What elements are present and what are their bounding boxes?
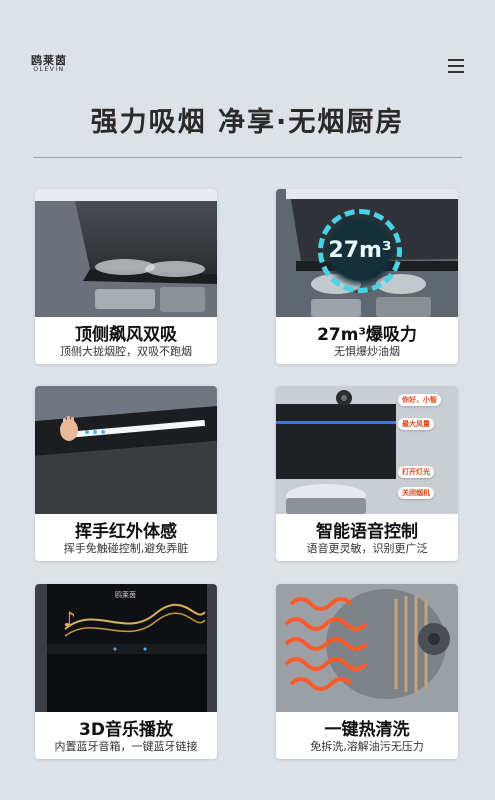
- range-hood-image: 27m³: [276, 189, 458, 317]
- brand-name-en: OLEVIN: [33, 66, 65, 73]
- feature-card-gesture-control[interactable]: 挥手红外体感 挥手免触碰控制,避免弄脏: [35, 386, 217, 561]
- page-headline: 强力吸烟 净享·无烟厨房: [90, 107, 405, 138]
- brand-logo[interactable]: 鸥莱茵 OLEVIN: [26, 55, 72, 73]
- feature-card-suction-power[interactable]: 27m³ 27m³爆吸力 无惧爆炒油烟: [276, 189, 458, 364]
- feature-title: 一键热清洗: [324, 720, 410, 740]
- feature-title: 27m³爆吸力: [317, 325, 417, 345]
- feature-card-voice-control[interactable]: 你好，小智 最大风量 打开灯光 关闭烟机 智能语音控制 语音更灵敏，识别更广泛: [276, 386, 458, 561]
- range-hood-image: [35, 386, 217, 514]
- svg-text:♪: ♪: [63, 607, 76, 631]
- range-hood-image: ♪ 鸥莱茵: [35, 584, 217, 712]
- feature-subtitle: 无惧爆炒油烟: [334, 345, 400, 358]
- feature-subtitle: 挥手免触碰控制,避免弄脏: [63, 542, 189, 555]
- voice-command-chip: 你好，小智: [398, 394, 441, 406]
- range-hood-image: [35, 189, 217, 317]
- feature-card-top-side-suction[interactable]: 顶侧飙风双吸 顶侧大拢烟腔，双吸不跑烟: [35, 189, 217, 364]
- feature-subtitle: 免拆洗,溶解油污无压力: [310, 740, 424, 753]
- feature-subtitle: 内置蓝牙音箱，一键蓝牙链接: [54, 740, 198, 753]
- suction-value: 27m³: [328, 238, 392, 263]
- suction-badge: 27m³: [318, 209, 402, 293]
- feature-subtitle: 顶侧大拢烟腔，双吸不跑烟: [60, 345, 192, 358]
- heating-fan-image: [276, 584, 458, 712]
- device-brand-mark: 鸥莱茵: [115, 591, 136, 599]
- voice-command-chip: 最大风量: [398, 418, 434, 430]
- header: 鸥莱茵 OLEVIN: [0, 0, 495, 90]
- feature-card-hot-cleaning[interactable]: 一键热清洗 免拆洗,溶解油污无压力: [276, 584, 458, 759]
- feature-title: 3D音乐播放: [79, 720, 173, 740]
- feature-subtitle: 语音更灵敏，识别更广泛: [306, 542, 428, 555]
- feature-card-music-playback[interactable]: ♪ 鸥莱茵 3D音乐播放 内置蓝牙音箱，一键蓝牙链接: [35, 584, 217, 759]
- feature-title: 顶侧飙风双吸: [75, 325, 177, 345]
- divider: [33, 157, 462, 158]
- feature-title: 智能语音控制: [316, 522, 418, 542]
- voice-command-chip: 关闭烟机: [398, 487, 434, 499]
- brand-name-cn: 鸥莱茵: [31, 54, 67, 67]
- feature-title: 挥手红外体感: [75, 522, 177, 542]
- voice-command-chip: 打开灯光: [398, 466, 434, 478]
- range-hood-image: 你好，小智 最大风量 打开灯光 关闭烟机: [276, 386, 458, 514]
- hamburger-menu-icon[interactable]: [448, 59, 464, 73]
